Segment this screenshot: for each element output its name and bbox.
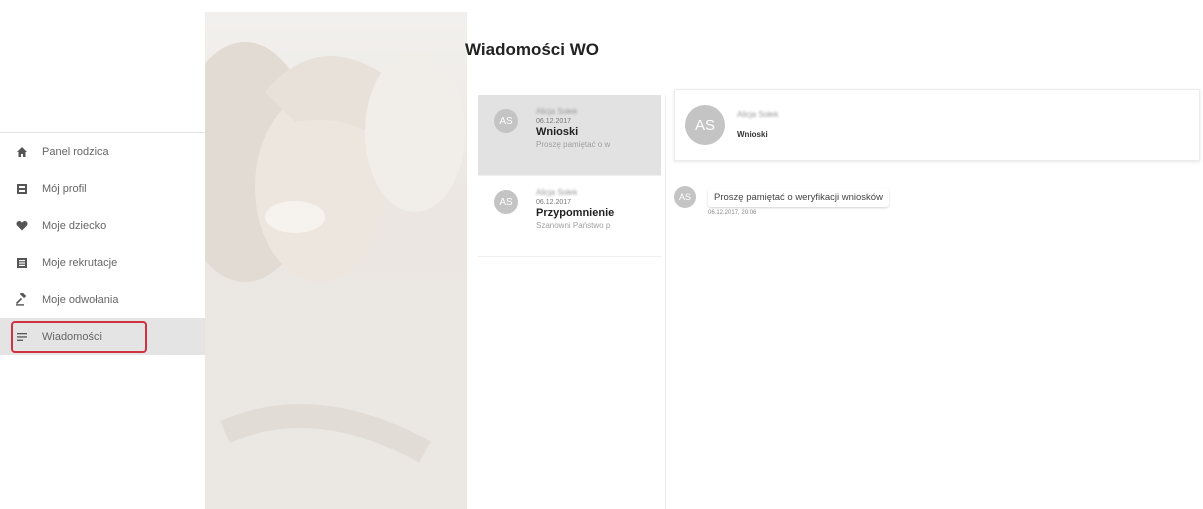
thread-sender: Alicja Sołek <box>536 107 578 116</box>
sidebar-item-panel-rodzica[interactable]: Panel rodzica <box>0 133 205 170</box>
home-icon <box>14 145 30 159</box>
avatar: AS <box>494 190 518 214</box>
heart-icon <box>14 219 30 233</box>
thread-subject: Wnioski <box>536 126 579 138</box>
thread-item[interactable]: AS Alicja Sołek 06.12.2017 Wnioski Prosz… <box>478 95 661 176</box>
sidebar-nav: Panel rodzica Mój profil Moje dziecko Mo… <box>0 132 205 355</box>
conversation-subject: Wnioski <box>737 130 768 139</box>
thread-list: AS Alicja Sołek 06.12.2017 Wnioski Prosz… <box>478 95 661 257</box>
sidebar-item-label: Panel rodzica <box>42 145 109 158</box>
sidebar-item-label: Mój profil <box>42 182 87 195</box>
profile-card-icon <box>14 182 30 196</box>
page-title: Wiadomości WO <box>465 40 599 59</box>
avatar: AS <box>674 186 696 208</box>
thread-preview: Szanowni Państwo p <box>536 221 611 230</box>
avatar: AS <box>494 109 518 133</box>
column-divider <box>665 95 666 509</box>
sidebar: Panel rodzica Mój profil Moje dziecko Mo… <box>0 0 205 509</box>
thread-date: 06.12.2017 <box>536 199 572 206</box>
sidebar-item-label: Moje rekrutacje <box>42 256 118 269</box>
conversation-sender: Alicja Sołek <box>737 110 779 119</box>
sidebar-item-moje-odwolania[interactable]: Moje odwołania <box>0 281 205 318</box>
background-photo <box>205 12 467 509</box>
thread-item[interactable]: AS Alicja Sołek 06.12.2017 Przypomnienie… <box>478 176 661 257</box>
avatar: AS <box>685 105 725 145</box>
sidebar-item-label: Moje odwołania <box>42 293 119 306</box>
message-bubble: Proszę pamiętać o weryfikacji wniosków <box>708 188 889 207</box>
thread-preview: Proszę pamiętać o w <box>536 140 611 149</box>
thread-date: 06.12.2017 <box>536 118 572 125</box>
sidebar-item-wiadomosci[interactable]: Wiadomości <box>0 318 205 355</box>
thread-subject: Przypomnienie <box>536 207 615 219</box>
gavel-icon <box>14 293 30 307</box>
conversation-header: AS Alicja Sołek Wnioski <box>674 89 1200 161</box>
list-icon <box>14 256 30 270</box>
active-item-highlight <box>11 321 147 353</box>
sidebar-item-moje-dziecko[interactable]: Moje dziecko <box>0 207 205 244</box>
messages-panel <box>467 12 1203 509</box>
sidebar-item-moje-rekrutacje[interactable]: Moje rekrutacje <box>0 244 205 281</box>
sidebar-item-label: Moje dziecko <box>42 219 107 232</box>
message-time: 06.12.2017, 20:06 <box>708 210 757 216</box>
sidebar-item-moj-profil[interactable]: Mój profil <box>0 170 205 207</box>
thread-sender: Alicja Sołek <box>536 188 578 197</box>
